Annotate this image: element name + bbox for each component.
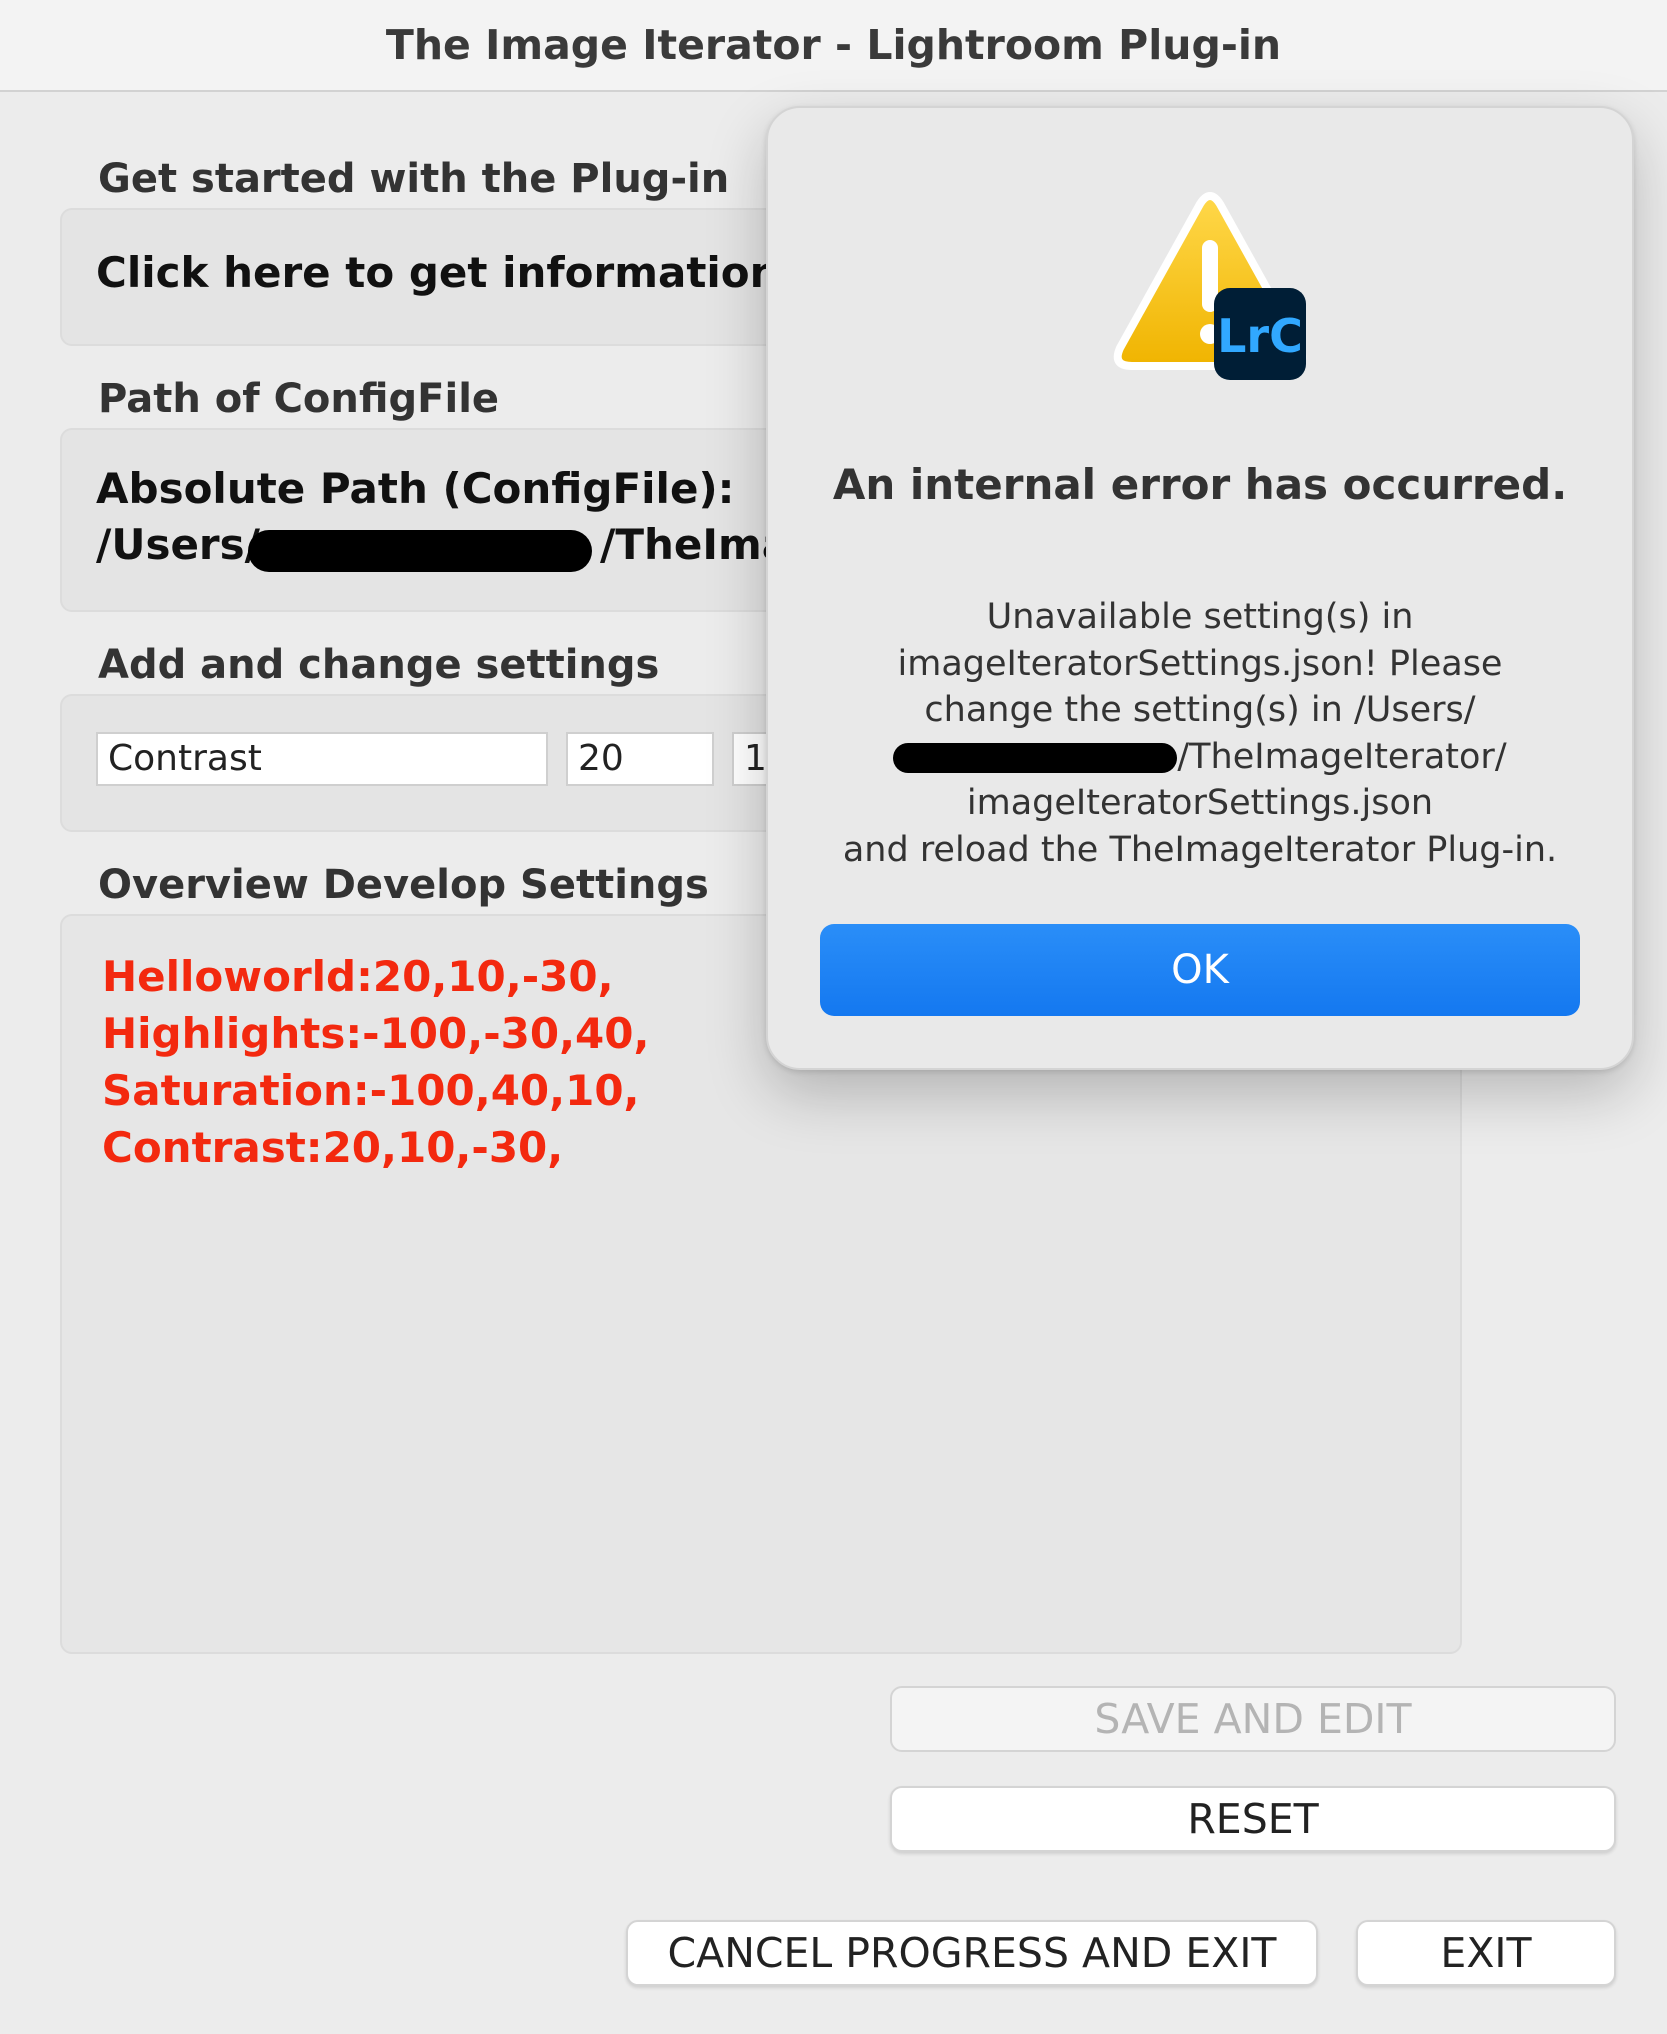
exit-button[interactable]: EXIT (1356, 1920, 1616, 1986)
overview-line: Helloworld:20,10,-30, (102, 952, 614, 1001)
overview-line: Saturation:-100,40,10, (102, 1066, 640, 1115)
dialog-message-line: Unavailable setting(s) in (986, 597, 1414, 637)
window-title: The Image Iterator - Lightroom Plug-in (385, 21, 1282, 69)
config-path-suffix: /TheIma (599, 520, 791, 569)
redaction-mark (248, 530, 592, 572)
overview-line: Highlights:-100,-30,40, (102, 1009, 650, 1058)
get-started-label: Get started with the Plug-in (98, 156, 730, 202)
dialog-message: Unavailable setting(s) in imageIteratorS… (768, 594, 1632, 873)
config-path-title: Absolute Path (ConfigFile): (96, 464, 735, 513)
window-titlebar: The Image Iterator - Lightroom Plug-in (0, 0, 1667, 92)
dialog-title: An internal error has occurred. (832, 460, 1568, 509)
dialog-message-line: change the setting(s) in /Users/ (924, 690, 1476, 730)
setting-name-input[interactable]: Contrast (96, 732, 548, 786)
warning-lrc-icon: LrC (1113, 192, 1307, 380)
reset-button[interactable]: RESET (890, 1786, 1616, 1852)
save-and-edit-button[interactable]: SAVE AND EDIT (890, 1686, 1616, 1752)
setting-value-1-input[interactable]: 20 (566, 732, 714, 786)
redaction-mark (893, 742, 1178, 773)
info-link[interactable]: Click here to get information ab (96, 248, 853, 297)
config-path-label: Path of ConfigFile (98, 376, 500, 422)
dialog-message-line: imageIteratorSettings.json (966, 783, 1434, 823)
overview-label: Overview Develop Settings (98, 862, 709, 908)
dialog-message-line: /TheImageIterator/ (768, 734, 1632, 781)
config-path-prefix: /Users/ (96, 520, 260, 569)
ok-button[interactable]: OK (820, 924, 1580, 1016)
dialog-message-line: imageIteratorSettings.json! Please (897, 643, 1503, 684)
dialog-message-line: and reload the TheImageIterator Plug-in. (842, 829, 1558, 870)
lrc-badge-text: LrC (1217, 309, 1303, 363)
error-dialog: LrC An internal error has occurred. Unav… (766, 106, 1634, 1070)
cancel-progress-exit-button[interactable]: CANCEL PROGRESS AND EXIT (626, 1920, 1318, 1986)
dialog-path-suffix: /TheImageIterator/ (1177, 736, 1507, 777)
add-settings-label: Add and change settings (98, 642, 660, 688)
overview-line: Contrast:20,10,-30, (102, 1123, 564, 1172)
